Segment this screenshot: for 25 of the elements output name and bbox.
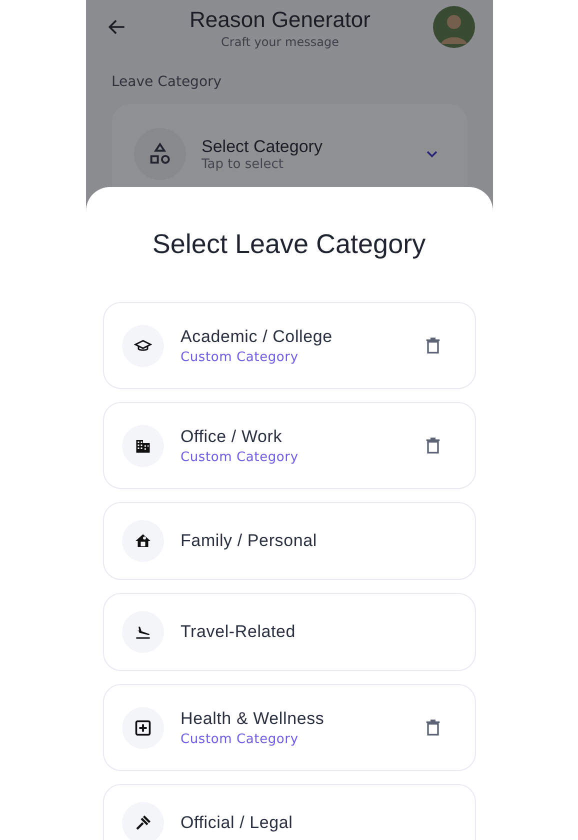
sheet-title: Select Leave Category [152,229,426,260]
category-title: Official / Legal [180,813,294,833]
medical-cross-icon [134,718,152,736]
app-subtitle: Craft your message [221,34,339,48]
category-item[interactable]: Office / Work Custom Category [102,402,476,489]
gavel-icon [134,814,152,832]
house-icon [134,532,152,550]
category-title: Family / Personal [180,531,318,551]
category-title: Academic / College [180,326,334,346]
category-item[interactable]: Health & Wellness Custom Category [102,684,476,771]
select-hint: Tap to select [202,156,284,172]
category-item[interactable]: Travel-Related [102,593,476,671]
avatar[interactable] [432,6,474,48]
category-subtitle: Custom Category [180,732,300,746]
category-title: Office / Work [180,426,284,446]
category-item[interactable]: Family / Personal [102,502,476,580]
category-item[interactable]: Academic / College Custom Category [102,302,476,389]
category-title: Health & Wellness [180,708,326,728]
field-label: Leave Category [112,74,223,90]
select-value: Select Category [202,136,324,156]
app-title: Reason Generator [190,6,370,34]
category-item[interactable]: Official / Legal [102,784,476,840]
category-subtitle: Custom Category [180,450,300,464]
category-title: Travel-Related [180,622,297,642]
category-subtitle: Custom Category [180,350,300,364]
